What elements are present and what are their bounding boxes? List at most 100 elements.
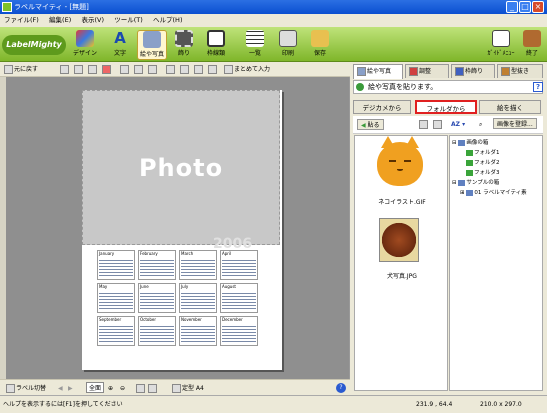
app-icon (2, 2, 12, 12)
calendar-month: May (97, 283, 135, 313)
guide-menu-button[interactable]: ｶﾞｲﾄﾞﾒﾆｭｰ (485, 30, 517, 60)
tab-die-cut[interactable]: 型抜き (497, 64, 543, 78)
thumbnail-list[interactable]: ネコイラスト.GIF 犬写真.JPG (354, 135, 448, 391)
tree-item-sample-folder[interactable]: ⊞ 01 ラベルマイティ素 (460, 189, 527, 198)
thumbnail-view-icon[interactable] (419, 119, 429, 130)
tree-item-image-box[interactable]: ⊟ 画像の箱 (452, 139, 488, 148)
status-help-text: ヘルプを表示するには[F1]を押してください (3, 401, 123, 408)
design-icon (76, 30, 94, 47)
photo-placeholder[interactable]: Photo (82, 90, 280, 245)
folder-icon (466, 149, 473, 156)
delete-icon[interactable] (102, 64, 112, 75)
zoom-in-icon[interactable]: ⊕ (108, 383, 113, 394)
layer-up-icon[interactable] (166, 64, 176, 75)
tab-adjust[interactable]: 調整 (405, 64, 449, 78)
tree-item-sample-box[interactable]: ⊟ サンプルの箱 (452, 179, 499, 188)
tab-picture[interactable]: 絵や写真 (353, 64, 403, 79)
folder-icon (466, 159, 473, 166)
menu-tools[interactable]: ツール(T) (110, 14, 147, 27)
calendar-month: January (97, 250, 135, 280)
right-panel: 絵や写真 調整 枠飾り 型抜き 絵や写真を貼ります。 ? デジカメから フォルダ… (351, 62, 547, 395)
next-arrow-icon[interactable]: ▶ (68, 383, 73, 394)
label-page[interactable]: Photo 2006 January February March April … (82, 90, 282, 370)
menu-help[interactable]: ヘルプ(H) (149, 14, 186, 27)
calendar-month: October (138, 316, 176, 346)
canvas-bottom-bar: ラベル切替 ◀ ▶ 全面 ⊕ ⊖ 定型 A4 ? (0, 379, 350, 395)
align-icon[interactable] (120, 64, 130, 75)
frame-button[interactable]: 枠線類 (201, 30, 231, 60)
calendar-month: February (138, 250, 176, 280)
help-icon[interactable]: ? (336, 383, 346, 393)
bulk-input-button[interactable]: まとめて入力 (224, 64, 270, 75)
tree-item-folder3[interactable]: フォルダ3 (466, 169, 500, 178)
decoration-button[interactable]: 飾り (169, 30, 199, 60)
box-icon (458, 139, 466, 146)
folder-icon (466, 169, 473, 176)
sort-az-icon: AZ (451, 121, 460, 128)
search-icon[interactable]: ⌕ (479, 119, 482, 130)
undo-icon (4, 65, 13, 74)
save-button[interactable]: 保存 (305, 30, 335, 60)
tree-item-folder1[interactable]: フォルダ1 (466, 149, 500, 158)
grid-icon[interactable] (208, 64, 218, 75)
paper-type[interactable]: 定型 A4 (172, 383, 204, 394)
picture-button[interactable]: 絵や写真 (137, 30, 167, 60)
maximize-button[interactable]: □ (519, 1, 531, 13)
zoom-all-button[interactable]: 全面 (86, 382, 105, 393)
label-switch-button[interactable]: ラベル切替 (6, 383, 46, 394)
grid-view-icon[interactable] (148, 383, 158, 394)
title-bar: ラベルマイティ - [無題] _ □ × (0, 0, 547, 14)
help-button[interactable]: ? (533, 82, 543, 92)
info-bar: 絵や写真を貼ります。 (353, 80, 543, 94)
tree-item-folder2[interactable]: フォルダ2 (466, 159, 500, 168)
picture-icon (143, 31, 161, 48)
arrange-icon[interactable] (134, 64, 144, 75)
exit-button[interactable]: 終了 (519, 30, 545, 60)
paste-icon[interactable] (88, 64, 98, 75)
paste-button[interactable]: ◀ 貼る (357, 119, 384, 130)
folder-icon (311, 30, 329, 47)
window-title: ラベルマイティ - [無題] (14, 3, 89, 11)
prev-arrow-icon[interactable]: ◀ (58, 383, 63, 394)
list-toolbar: ◀ 貼る AZ ▾ ⌕ 画像を登録... (353, 116, 543, 134)
cut-icon[interactable] (60, 64, 70, 75)
list-view-icon[interactable] (433, 119, 443, 130)
tab-frame-decoration[interactable]: 枠飾り (451, 64, 495, 78)
tab-draw-picture[interactable]: 絵を描く (479, 100, 541, 114)
tab-digital-camera[interactable]: デジカメから (353, 100, 411, 114)
status-bar: ヘルプを表示するには[F1]を押してください 231.9 , 64.4 210.… (0, 395, 547, 412)
lock-icon[interactable] (194, 64, 204, 75)
calendar-month: April (220, 250, 258, 280)
undo-button[interactable]: 元に戻す (4, 64, 38, 75)
design-button[interactable]: デザイン (70, 30, 100, 60)
menu-edit[interactable]: 編集(E) (45, 14, 75, 27)
register-image-button[interactable]: 画像を登録... (493, 118, 537, 129)
dog-photo-thumbnail[interactable] (379, 218, 419, 262)
folder-tree[interactable]: ⊟ 画像の箱 フォルダ1 フォルダ2 フォルダ3 ⊟ サンプルの箱 ⊞ 01 ラ… (449, 135, 543, 391)
printer-icon (279, 30, 297, 47)
calendar-month: December (220, 316, 258, 346)
copy-icon[interactable] (74, 64, 84, 75)
print-button[interactable]: 印刷 (273, 30, 303, 60)
guide-icon (492, 30, 510, 47)
minimize-button[interactable]: _ (506, 1, 518, 13)
menu-file[interactable]: ファイル(F) (0, 14, 43, 27)
layer-down-icon[interactable] (180, 64, 190, 75)
source-tabs: デジカメから フォルダから 絵を描く (353, 100, 543, 114)
group-icon[interactable] (148, 64, 158, 75)
sort-button[interactable]: AZ ▾ (451, 119, 465, 130)
app-logo: LabelMighty (2, 35, 66, 55)
cat-illustration-thumbnail[interactable] (377, 136, 423, 186)
menu-view[interactable]: 表示(V) (77, 14, 108, 27)
close-button[interactable]: × (532, 1, 544, 13)
calendar-month: July (179, 283, 217, 313)
tab-from-folder[interactable]: フォルダから (415, 100, 477, 114)
text-button[interactable]: A 文字 (105, 30, 135, 60)
thumbnail-caption: ネコイラスト.GIF (378, 199, 426, 206)
calendar-month: March (179, 250, 217, 280)
zoom-out-icon[interactable]: ⊖ (120, 383, 125, 394)
list-button[interactable]: 一覧 (240, 30, 270, 60)
list-icon (246, 30, 264, 47)
page-view-icon[interactable] (136, 383, 146, 394)
sub-toolbar: 元に戻す まとめて入力 (0, 62, 350, 77)
